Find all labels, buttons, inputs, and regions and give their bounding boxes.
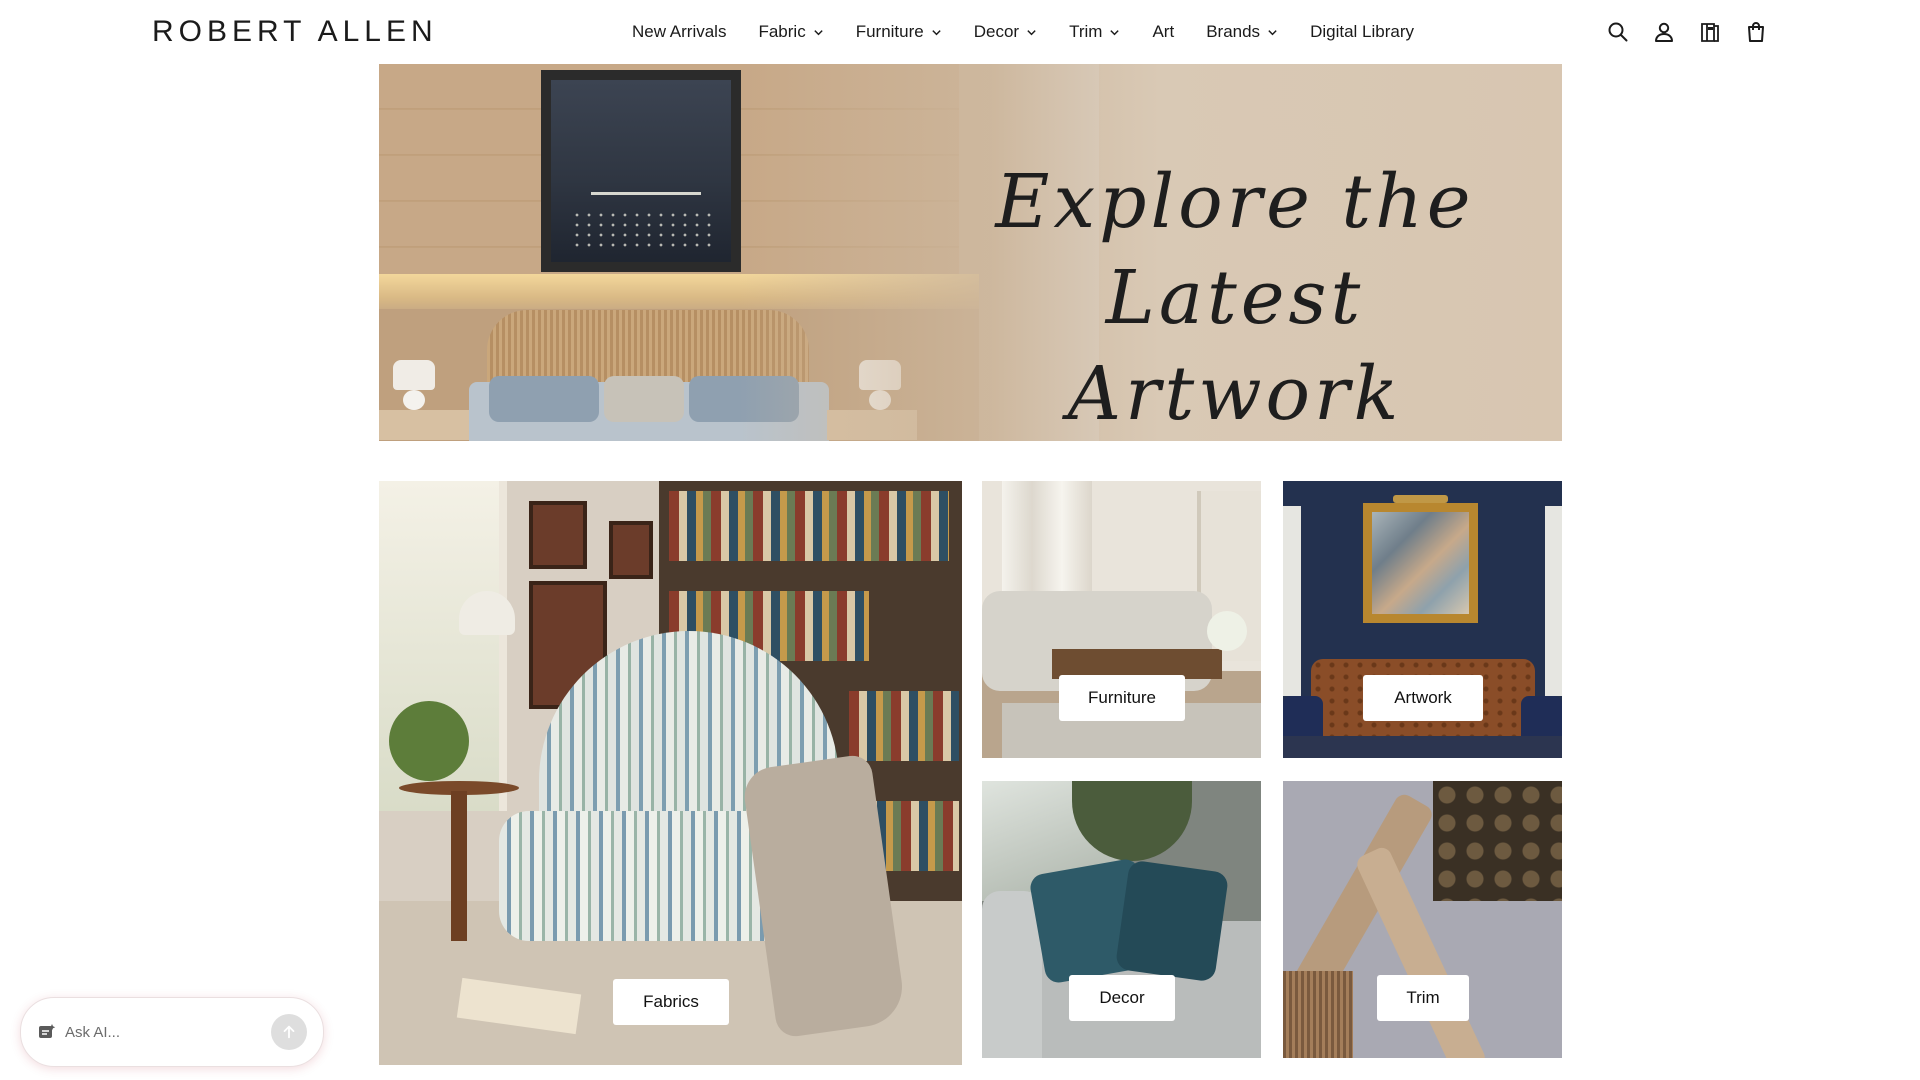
brand-logo[interactable]: ROBERT ALLEN [152, 14, 438, 50]
painting-canvas [551, 80, 731, 262]
category-label[interactable]: Trim [1377, 975, 1469, 1021]
tile-image [451, 791, 467, 941]
tile-image [849, 691, 959, 761]
hero-line-1: Explore the Latest [995, 159, 1475, 341]
category-label[interactable]: Fabrics [613, 979, 729, 1025]
fish-pattern [571, 210, 711, 250]
nav-digital-library[interactable]: Digital Library [1310, 18, 1414, 46]
nightstand [379, 410, 469, 440]
samples-book-icon[interactable] [1696, 18, 1724, 46]
lamp [393, 360, 435, 390]
nav-label: Fabric [758, 22, 806, 41]
tile-image [1545, 506, 1562, 696]
tile-image [1433, 781, 1562, 901]
header-actions [1604, 18, 1770, 46]
tile-image [1207, 611, 1247, 651]
tile-image [389, 701, 469, 781]
site-header: ROBERT ALLEN New Arrivals Fabric Furnitu… [0, 0, 1920, 64]
nav-label: Furniture [855, 22, 924, 41]
nav-trim[interactable]: Trim [1069, 18, 1120, 46]
shopping-bag-icon[interactable] [1742, 18, 1770, 46]
category-tile-trim[interactable]: Trim [1283, 781, 1562, 1058]
search-icon[interactable] [1604, 18, 1632, 46]
ask-ai-widget [20, 997, 324, 1067]
tile-image [609, 521, 653, 579]
send-arrow-icon[interactable] [271, 1014, 307, 1050]
nav-fabric[interactable]: Fabric [758, 18, 823, 46]
account-icon[interactable] [1650, 18, 1678, 46]
chevron-down-icon [1026, 27, 1037, 38]
ask-ai-input[interactable] [65, 1020, 275, 1044]
boat-figures [591, 192, 701, 195]
nav-decor[interactable]: Decor [974, 18, 1037, 46]
nav-label: Decor [973, 22, 1020, 41]
hero-banner[interactable]: Explore the Latest Artwork Collection [379, 64, 1562, 441]
category-tile-fabrics[interactable]: Fabrics [379, 481, 962, 1065]
tile-image [1283, 971, 1353, 1058]
nav-art[interactable]: Art [1152, 18, 1174, 46]
chevron-down-icon [1267, 27, 1278, 38]
tile-image [669, 491, 949, 561]
tile-image [1393, 495, 1448, 503]
framed-painting [541, 70, 741, 272]
nav-label: Art [1152, 22, 1175, 41]
tile-image [529, 501, 587, 569]
category-tile-artwork[interactable]: Artwork [1283, 481, 1562, 758]
hero-line-2: Artwork Collection [1067, 351, 1403, 437]
pillow [604, 376, 684, 422]
category-tile-decor[interactable]: Decor [982, 781, 1261, 1058]
nav-label: Digital Library [1310, 22, 1414, 41]
category-tile-furniture[interactable]: Furniture [982, 481, 1261, 758]
nav-label: Brands [1206, 22, 1261, 41]
tile-image [1283, 506, 1301, 696]
nav-brands[interactable]: Brands [1206, 18, 1278, 46]
tile-image [1363, 503, 1478, 623]
hero-headline: Explore the Latest Artwork Collection [925, 154, 1545, 441]
tile-image [982, 891, 1042, 1058]
main-nav: New Arrivals Fabric Furniture Decor Trim… [632, 18, 1414, 46]
nav-furniture[interactable]: Furniture [856, 18, 942, 46]
nav-label: Trim [1069, 22, 1103, 41]
chevron-down-icon [1109, 27, 1120, 38]
chevron-down-icon [931, 27, 942, 38]
category-label[interactable]: Artwork [1363, 675, 1483, 721]
category-label[interactable]: Decor [1069, 975, 1175, 1021]
tile-image [1283, 736, 1562, 758]
tile-image [1372, 512, 1469, 614]
chevron-down-icon [813, 27, 824, 38]
nav-new-arrivals[interactable]: New Arrivals [632, 18, 726, 46]
category-label[interactable]: Furniture [1059, 675, 1185, 721]
tile-image [1114, 859, 1230, 983]
pillow [489, 376, 599, 422]
nav-label: New Arrivals [632, 22, 727, 41]
lamp-base [403, 390, 425, 410]
ai-sparkle-icon [37, 1022, 57, 1042]
